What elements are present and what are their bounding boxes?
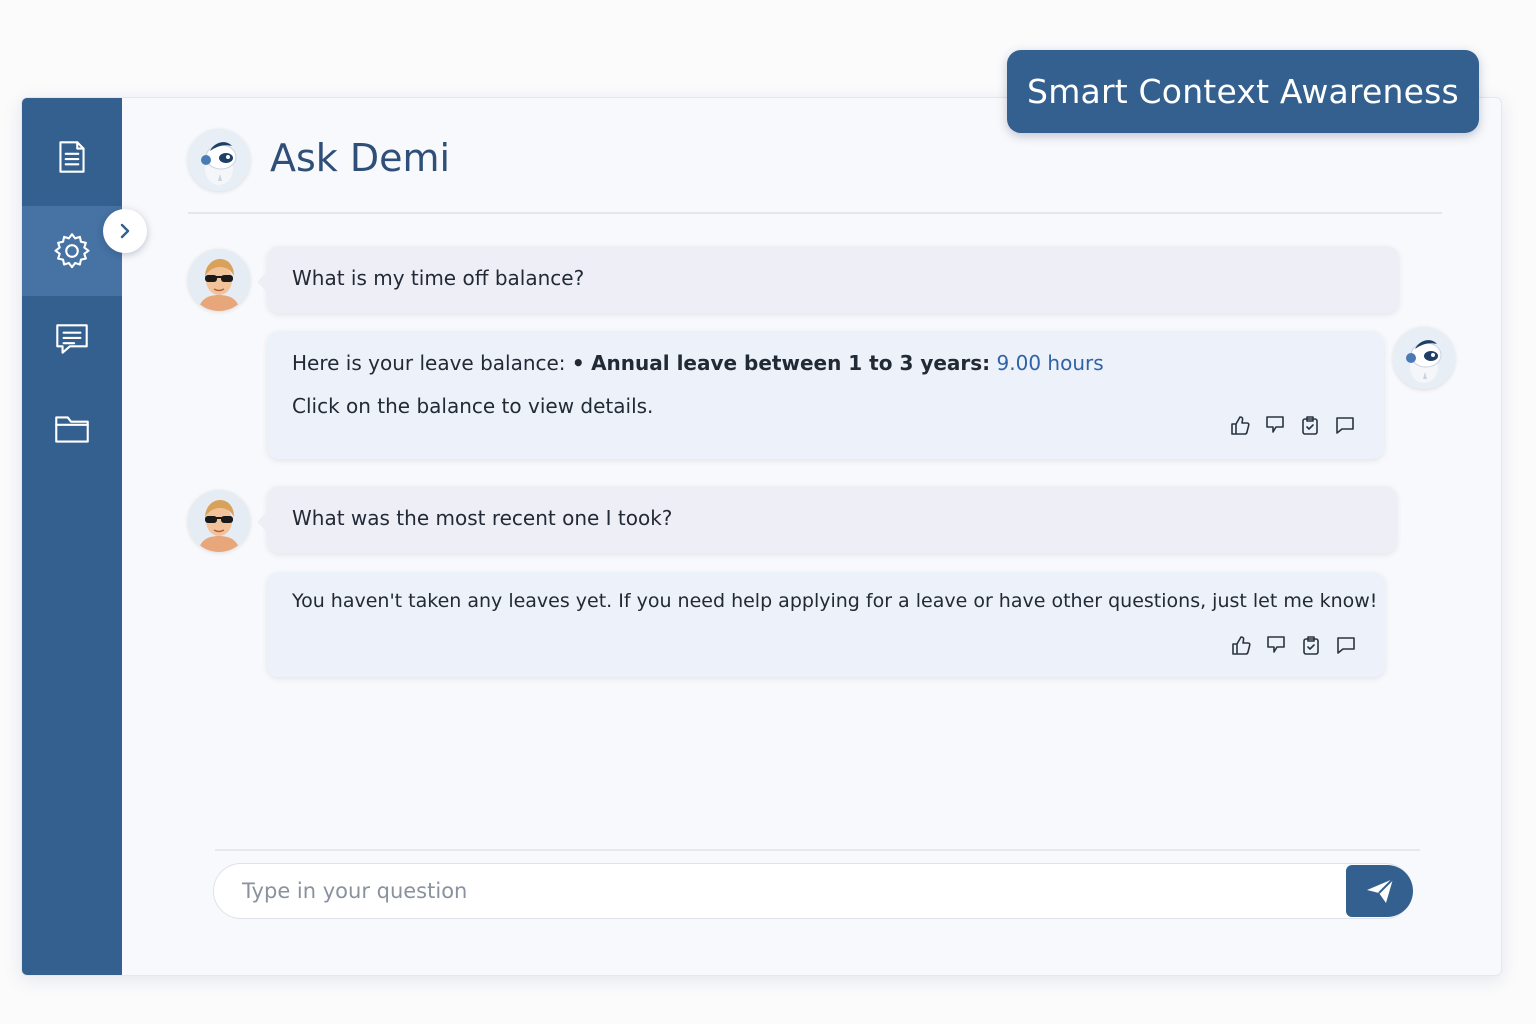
document-icon — [59, 141, 85, 173]
bubble-tail — [257, 512, 267, 532]
send-button[interactable] — [1346, 865, 1413, 917]
thumbs-down-icon — [1266, 416, 1284, 433]
send-icon — [1366, 878, 1394, 903]
input-divider — [215, 849, 1420, 851]
message-text: Click on the balance to view details. — [292, 394, 654, 418]
user-message: What was the most recent one I took? — [257, 486, 1397, 553]
bullet: • — [571, 351, 585, 375]
comment-button[interactable] — [1335, 634, 1357, 656]
thumbs-up-icon — [1231, 416, 1250, 435]
leave-balance-link[interactable]: 9.00 hours — [997, 351, 1104, 375]
comment-button[interactable] — [1334, 414, 1356, 436]
thumbs-up-icon — [1232, 636, 1251, 655]
bot-message: You haven't taken any leaves yet. If you… — [267, 572, 1385, 677]
message-text: You haven't taken any leaves yet. If you… — [292, 590, 1378, 612]
chat-icon — [56, 324, 88, 354]
leave-balance-line: Here is your leave balance: • Annual lea… — [292, 351, 1104, 375]
folder-icon — [55, 416, 89, 443]
clipboard-icon — [1302, 416, 1318, 435]
thumbs-up-button[interactable] — [1229, 414, 1251, 436]
message-text: What is my time off balance? — [292, 266, 585, 290]
message-actions — [1230, 634, 1357, 656]
gear-icon — [54, 233, 90, 269]
feature-badge: Smart Context Awareness — [1007, 50, 1479, 133]
message-intro: Here is your leave balance: — [292, 351, 566, 375]
demi-avatar — [188, 129, 250, 191]
chevron-right-icon — [120, 223, 130, 239]
copy-button[interactable] — [1299, 414, 1321, 436]
thumbs-down-button[interactable] — [1265, 634, 1287, 656]
bot-message: Here is your leave balance: • Annual lea… — [267, 331, 1384, 459]
user-avatar — [188, 490, 250, 552]
thumbs-down-button[interactable] — [1264, 414, 1286, 436]
thumbs-up-button[interactable] — [1230, 634, 1252, 656]
user-message: What is my time off balance? — [257, 246, 1399, 313]
message-actions — [1229, 414, 1356, 436]
copy-button[interactable] — [1300, 634, 1322, 656]
clipboard-icon — [1303, 636, 1319, 655]
sidebar-item-chat[interactable] — [22, 294, 122, 384]
sidebar-expand-button[interactable] — [103, 209, 147, 253]
page-title: Ask Demi — [270, 136, 451, 180]
thumbs-down-icon — [1267, 636, 1285, 653]
leave-type-label: Annual leave between 1 to 3 years: — [591, 351, 991, 375]
question-input-box — [213, 863, 1413, 919]
question-input[interactable] — [242, 864, 1332, 917]
bubble-tail — [257, 272, 267, 292]
sidebar-item-documents[interactable] — [22, 112, 122, 202]
header-divider — [188, 212, 1442, 214]
message-text: What was the most recent one I took? — [292, 506, 673, 530]
comment-icon — [1337, 637, 1355, 654]
user-avatar — [188, 249, 250, 311]
sidebar-item-folders[interactable] — [22, 384, 122, 474]
demi-avatar — [1393, 327, 1455, 389]
comment-icon — [1336, 417, 1354, 434]
